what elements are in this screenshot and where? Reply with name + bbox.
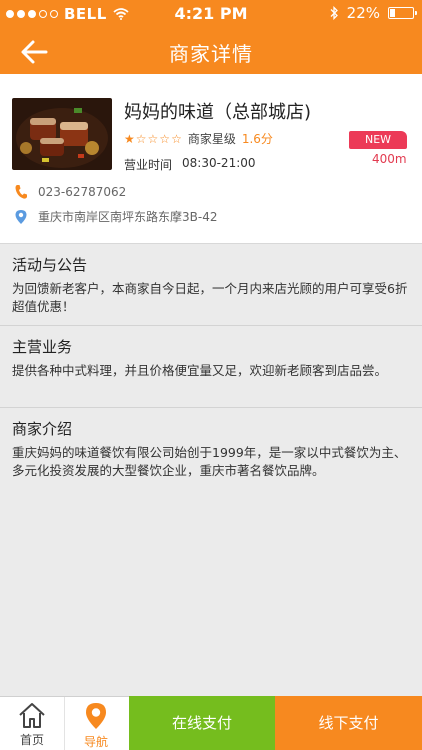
hours-value: 08:30-21:00 (182, 156, 256, 170)
rating-value: 1.6分 (241, 132, 273, 146)
hours-label: 营业时间 (124, 158, 173, 172)
section-announcements: 活动与公告 为回馈新老客户，本商家自今日起，一个月内来店光顾的用户可享受6折超值… (0, 244, 422, 326)
distance-label: 400m (372, 152, 407, 166)
star-empty-icon: ☆ (147, 131, 159, 146)
section-body: 提供各种中式料理，并且价格便宜量又足，欢迎新老顾客到店品尝。 (12, 363, 388, 378)
pay-online-button[interactable]: 在线支付 (129, 696, 275, 750)
section-title: 活动与公告 (12, 256, 88, 274)
star-filled-icon: ★ (124, 131, 135, 146)
phone-row[interactable]: 023-62787062 (14, 184, 126, 200)
star-empty-icon: ☆ (135, 131, 147, 146)
home-icon (19, 703, 45, 728)
section-body: 为回馈新老客户，本商家自今日起，一个月内来店光顾的用户可享受6折超值优惠！ (12, 281, 408, 314)
tab-navigate[interactable]: 导航 (64, 697, 128, 750)
star-empty-icon: ☆ (159, 131, 171, 146)
page-title: 商家详情 (169, 42, 253, 66)
battery-icon (388, 7, 417, 19)
food-image (12, 98, 112, 170)
section-title: 主营业务 (12, 338, 73, 356)
shop-thumbnail[interactable] (12, 98, 112, 170)
phone-number: 023-62787062 (38, 185, 127, 199)
shop-name: 妈妈的味道（总部城店) (124, 102, 312, 123)
section-body: 重庆妈妈的味道餐饮有限公司始创于1999年，是一家以中式餐饮为主、多元化投资发展… (12, 445, 407, 478)
status-bar: BELL 4:21 PM 22% (0, 0, 422, 30)
address-text: 重庆市南岸区南坪东路东摩3B-42 (38, 210, 218, 224)
section-introduction: 商家介绍 重庆妈妈的味道餐饮有限公司始创于1999年，是一家以中式餐饮为主、多元… (0, 408, 422, 490)
pay-offline-button[interactable]: 线下支付 (275, 696, 422, 750)
shop-card: 妈妈的味道（总部城店) ★ ☆ ☆ ☆ ☆ 商家星级 1.6分 营业时间 08:30-2… (0, 74, 422, 244)
status-right: 22% (329, 4, 417, 22)
new-badge: NEW (349, 131, 407, 149)
phone-icon (15, 185, 27, 199)
tab-home[interactable]: 首页 (0, 697, 65, 750)
section-title: 商家介绍 (12, 420, 73, 438)
tab-navigate-label: 导航 (83, 735, 108, 749)
top-header: BELL 4:21 PM 22% 商家详情 (0, 0, 422, 74)
app: BELL 4:21 PM 22% 商家详情 妈妈的味道（总部城店) ★ ☆ ☆ … (0, 0, 422, 750)
star-empty-icon: ☆ (171, 131, 182, 146)
navigation-pin-icon (86, 703, 106, 729)
section-main-business: 主营业务 提供各种中式料理，并且价格便宜量又足，欢迎新老顾客到店品尝。 (0, 326, 422, 408)
address-row[interactable]: 重庆市南岸区南坪东路东摩3B-42 (14, 208, 217, 225)
hours-row: 营业时间 08:30-21:00 (124, 156, 256, 173)
bottom-tab-bar: 首页 导航 在线支付 线下支付 (0, 696, 422, 750)
rating-row: ★ ☆ ☆ ☆ ☆ 商家星级 1.6分 (124, 130, 273, 147)
star-rating: ★ ☆ ☆ ☆ ☆ (124, 133, 182, 145)
location-pin-icon (15, 209, 27, 224)
bluetooth-icon (330, 6, 338, 20)
rating-label: 商家星级 (187, 132, 236, 146)
battery-percent: 22% (346, 4, 380, 22)
nav-bar: 商家详情 (0, 30, 422, 74)
tab-home-label: 首页 (19, 733, 44, 747)
